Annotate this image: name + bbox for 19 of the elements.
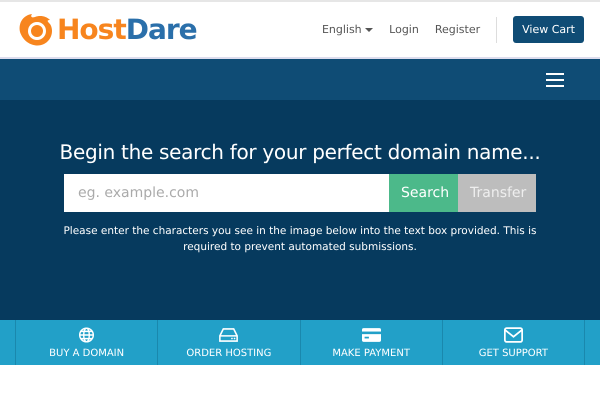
nav-link[interactable]: Login <box>389 23 419 36</box>
logo-text: Dare <box>126 13 197 46</box>
credit-card-icon <box>362 326 381 342</box>
server-icon <box>219 326 238 342</box>
quick-link[interactable]: BUY A DOMAIN <box>15 320 158 365</box>
quick-link[interactable]: MAKE PAYMENT <box>300 320 442 365</box>
menu-icon[interactable] <box>546 72 564 86</box>
quick-link[interactable]: ORDER HOSTING <box>157 320 300 365</box>
hero-title: Begin the search for your perfect domain name... <box>60 140 540 164</box>
quick-link[interactable]: GET SUPPORT <box>442 320 585 365</box>
view-cart-button[interactable]: View Cart <box>513 16 584 43</box>
globe-icon <box>77 326 96 342</box>
domain-search-field[interactable]: eg. example.com <box>64 174 389 212</box>
envelope-icon <box>504 326 523 342</box>
captcha-notice: Please enter the characters you see in the image below into the text box provided. This is required to prevent automated submissions. <box>62 224 538 255</box>
language-dropdown[interactable]: English <box>322 23 374 36</box>
search-button[interactable]: Search <box>389 174 458 212</box>
nav-link[interactable]: Register <box>434 23 480 36</box>
logo-text: Host <box>57 13 126 46</box>
